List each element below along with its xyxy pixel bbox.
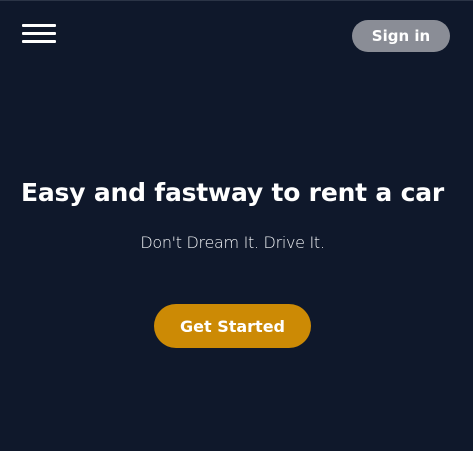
menu-bar-middle xyxy=(22,32,56,35)
sign-in-button[interactable]: Sign in xyxy=(352,20,450,52)
hamburger-menu-icon[interactable] xyxy=(22,24,56,44)
menu-bar-bottom xyxy=(22,40,56,43)
menu-bar-top xyxy=(22,24,56,27)
top-border xyxy=(0,0,473,1)
hero-title: Easy and fastway to rent a car xyxy=(20,178,445,207)
get-started-button[interactable]: Get Started xyxy=(154,304,311,348)
hero-subtitle: Don't Dream It. Drive It. xyxy=(140,233,325,252)
